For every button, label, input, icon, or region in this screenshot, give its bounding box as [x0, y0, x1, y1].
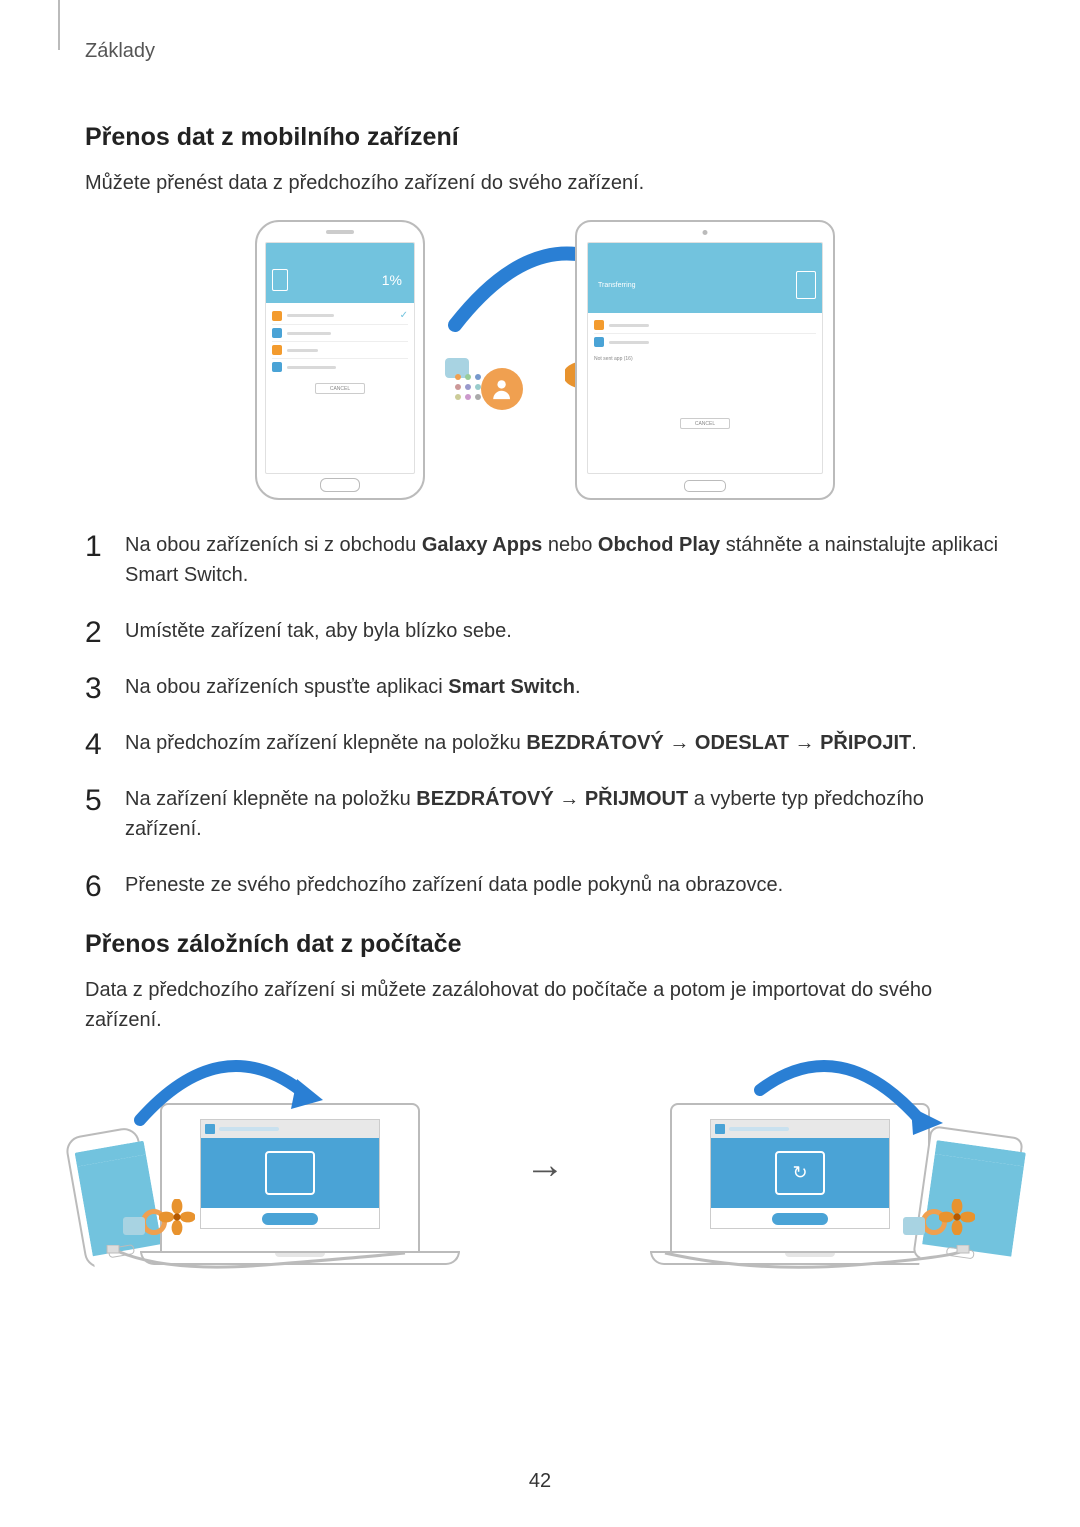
arrow-icon [745, 1045, 945, 1135]
speech-bubble-icon [903, 1217, 925, 1235]
app-action-button [262, 1213, 318, 1225]
item-label-line [609, 324, 649, 327]
section1-heading: Přenos dat z mobilního zařízení [85, 123, 1005, 152]
phone-item-list: ✓ [266, 303, 414, 379]
section2-heading: Přenos záložních dat z počítače [85, 930, 1005, 959]
tablet-note: Not sent app (16) [588, 354, 822, 364]
item-icon [594, 320, 604, 330]
step-text: . [575, 676, 581, 698]
phone-list-item: ✓ [272, 307, 408, 325]
step-bold-text: BEZDRÁTOVÝ [416, 788, 553, 810]
step-text: → [554, 788, 585, 810]
arrow-right-icon: → [525, 1143, 565, 1188]
usb-cable-icon [655, 1245, 975, 1275]
transfer-arrow-cluster [455, 300, 545, 420]
step-text: Na obou zařízeních spusťte aplikaci [125, 676, 448, 698]
step-text: → [664, 732, 695, 754]
step-text: . [911, 732, 917, 754]
contact-avatar-icon [481, 368, 523, 410]
step-text: Přeneste ze svého předchozího zařízení d… [125, 874, 783, 896]
step-item: Přeneste ze svého předchozího zařízení d… [85, 870, 1005, 900]
item-label-line [287, 366, 336, 369]
step-text: Na zařízení klepněte na položku [125, 788, 416, 810]
step-item: Na obou zařízeních spusťte aplikaci Smar… [85, 672, 1005, 702]
phone-illustration: 1% ✓ CANCEL [255, 220, 425, 500]
step-text: → [789, 732, 820, 754]
smartswitch-window [200, 1119, 380, 1229]
step-text: Umístěte zařízení tak, aby byla blízko s… [125, 620, 512, 642]
step-item: Na zařízení klepněte na položku BEZDRÁTO… [85, 784, 1005, 844]
step-text: nebo [542, 534, 598, 556]
tablet-list-item [594, 317, 816, 334]
flower-icon [939, 1199, 975, 1235]
app-action-button [772, 1213, 828, 1225]
page: Základy Přenos dat z mobilního zařízení … [0, 0, 1080, 1527]
phone-list-item [272, 342, 408, 359]
steps-list: Na obou zařízeních si z obchodu Galaxy A… [85, 530, 1005, 900]
tablet-illustration: Transferring Not sent app (16) CANCEL [575, 220, 835, 500]
page-number: 42 [0, 1470, 1080, 1493]
item-icon [272, 362, 282, 372]
step-bold-text: PŘIPOJIT [820, 732, 911, 754]
laptop-restore-illustration [595, 1065, 1005, 1265]
phone-cancel-button: CANCEL [315, 383, 365, 394]
phone-list-item [272, 359, 408, 375]
tablet-item-list [588, 313, 822, 354]
step-bold-text: BEZDRÁTOVÝ [526, 732, 663, 754]
item-icon [272, 311, 282, 321]
step-bold-text: Smart Switch [448, 676, 575, 698]
usb-cable-icon [105, 1245, 425, 1275]
speech-bubble-icon [123, 1217, 145, 1235]
check-icon: ✓ [400, 310, 408, 321]
step-text: Na předchozím zařízení klepněte na polož… [125, 732, 526, 754]
data-icons-cluster [123, 1199, 195, 1235]
step-bold-text: Galaxy Apps [422, 534, 542, 556]
step-item: Na obou zařízeních si z obchodu Galaxy A… [85, 530, 1005, 590]
step-bold-text: Obchod Play [598, 534, 720, 556]
item-icon [272, 345, 282, 355]
device-restore-icon [775, 1151, 825, 1195]
step-text: Na obou zařízeních si z obchodu [125, 534, 422, 556]
laptop-backup-illustration [85, 1065, 495, 1265]
step-bold-text: ODESLAT [695, 732, 789, 754]
device-backup-icon [265, 1151, 315, 1195]
arrow-icon [125, 1045, 325, 1135]
item-icon [272, 328, 282, 338]
flower-icon [159, 1199, 195, 1235]
tablet-cancel-button: CANCEL [680, 418, 730, 429]
data-icons-cluster [903, 1199, 975, 1235]
phone-percent: 1% [382, 272, 402, 288]
figure-transfer-pc: → [85, 1065, 1005, 1265]
section1-intro: Můžete přenést data z předchozího zaříze… [85, 168, 1005, 198]
item-icon [594, 337, 604, 347]
section2-intro: Data z předchozího zařízení si můžete za… [85, 975, 1005, 1035]
step-item: Umístěte zařízení tak, aby byla blízko s… [85, 616, 1005, 646]
app-logo-icon [715, 1124, 725, 1134]
step-item: Na předchozím zařízení klepněte na polož… [85, 728, 1005, 758]
item-label-line [287, 314, 334, 317]
step-bold-text: PŘIJMOUT [585, 788, 688, 810]
phone-list-item [272, 325, 408, 342]
smartswitch-window [710, 1119, 890, 1229]
item-label-line [609, 341, 649, 344]
item-label-line [287, 332, 331, 335]
tablet-list-item [594, 334, 816, 350]
figure-transfer-devices: 1% ✓ CANCEL [85, 220, 1005, 500]
item-label-line [287, 349, 318, 352]
tablet-header-label: Transferring [598, 282, 635, 289]
breadcrumb: Základy [85, 40, 1005, 63]
apps-grid-icon [455, 374, 481, 400]
